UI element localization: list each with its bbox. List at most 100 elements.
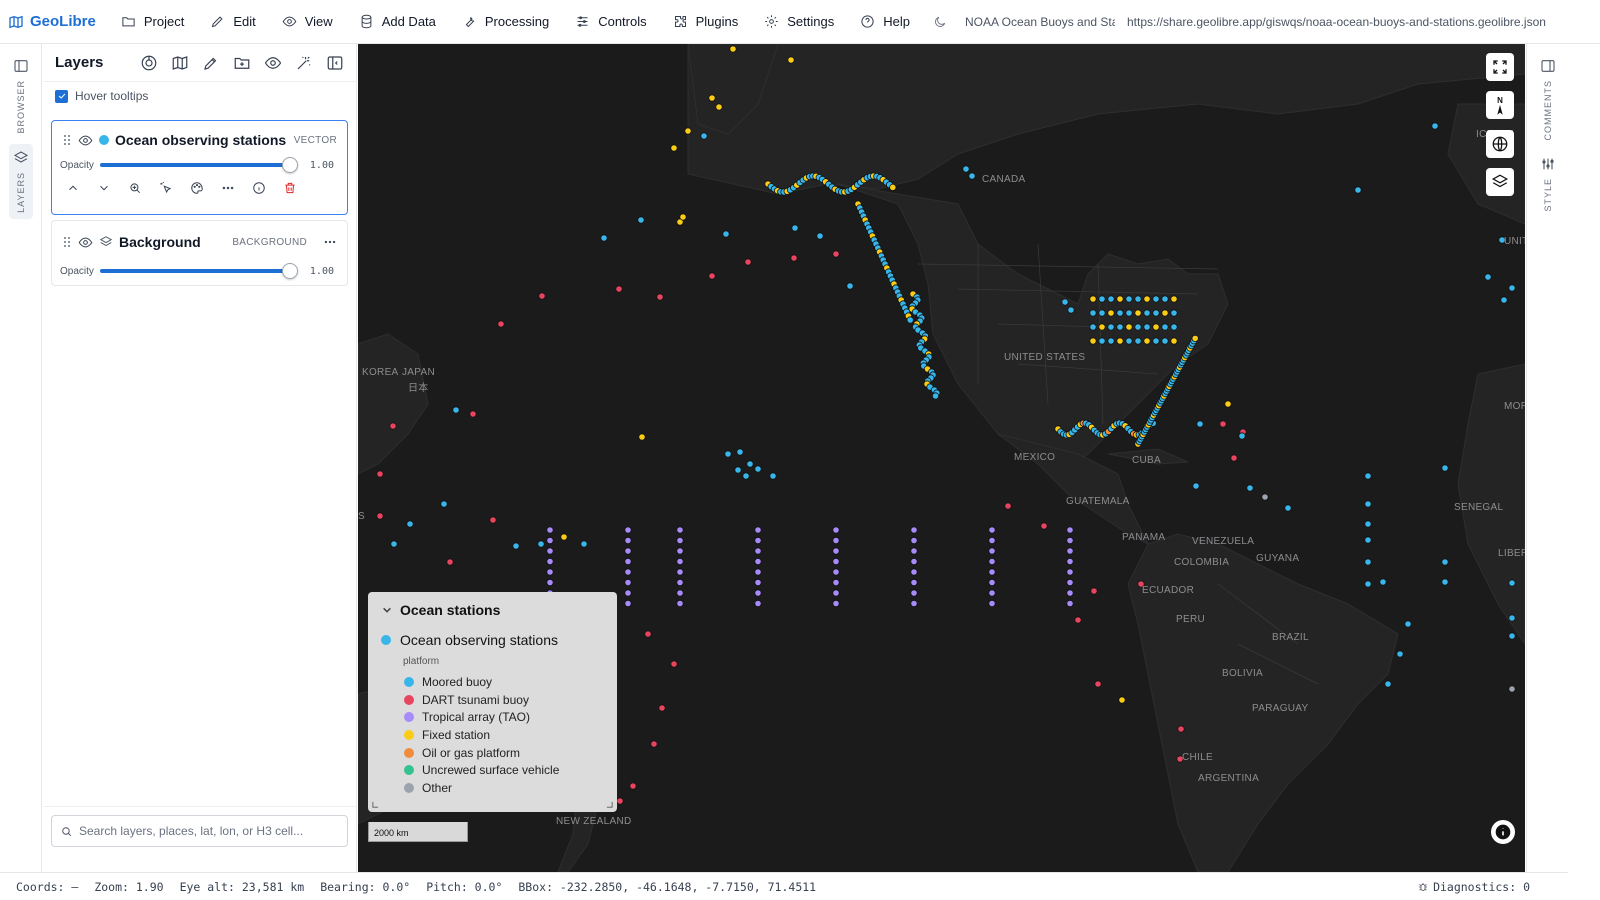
station-point[interactable] [1066,557,1074,566]
station-point[interactable] [1396,650,1404,658]
station-point[interactable] [754,536,762,545]
station-point[interactable] [1354,186,1362,194]
station-point[interactable] [1066,526,1074,534]
station-point[interactable] [1379,578,1387,586]
delete-layer-button[interactable] [283,181,297,195]
station-point[interactable] [629,782,637,790]
station-point[interactable] [1066,547,1074,555]
station-point[interactable] [1061,298,1069,306]
hover-tooltips-row[interactable]: Hover tooltips [43,82,356,110]
station-point[interactable] [1152,309,1160,317]
map-canvas[interactable]: CANADA UNITED STATES MEXICO CUBA GUATEMA… [358,44,1525,872]
station-point[interactable] [1238,432,1246,440]
station-point[interactable] [906,316,914,324]
layer-search[interactable]: Search layers, places, lat, lon, or H3 c… [51,815,348,847]
station-point[interactable] [1143,309,1151,317]
menu-controls[interactable]: Controls [562,0,659,43]
globe-button[interactable] [1486,130,1514,158]
station-point[interactable] [537,540,545,548]
station-point[interactable] [615,285,623,293]
station-point[interactable] [1177,725,1185,733]
station-point[interactable] [1170,337,1178,345]
station-point[interactable] [988,568,996,576]
drag-handle-icon[interactable] [62,134,72,146]
station-point[interactable] [546,526,554,534]
station-point[interactable] [846,282,854,290]
station-point[interactable] [1098,295,1106,303]
share-url[interactable]: https://share.geolibre.app/giswqs/noaa-o… [1115,15,1546,29]
station-point[interactable] [1134,337,1142,345]
station-point[interactable] [624,536,632,545]
station-point[interactable] [1040,522,1048,530]
station-point[interactable] [1134,295,1142,303]
station-point[interactable] [787,56,795,64]
station-point[interactable] [624,526,632,534]
legend-header[interactable]: Ocean stations [368,592,617,622]
project-title[interactable]: NOAA Ocean Buoys and Stations [957,15,1115,29]
folder-plus-icon[interactable] [233,54,251,72]
station-point[interactable] [734,466,742,474]
layer-more-button[interactable] [323,235,337,249]
rail-browser[interactable]: BROWSER [9,58,33,134]
station-point[interactable] [650,740,658,748]
station-point[interactable] [1170,309,1178,317]
station-point[interactable] [1143,337,1151,345]
station-point[interactable] [832,557,840,566]
layer-visibility-toggle[interactable] [78,235,93,250]
station-point[interactable] [1125,309,1133,317]
station-point[interactable] [1484,273,1492,281]
station-point[interactable] [624,547,632,555]
menu-settings[interactable]: Settings [751,0,847,43]
move-down-button[interactable] [97,181,111,195]
station-point[interactable] [489,516,497,524]
layer-visibility-toggle[interactable] [78,133,93,148]
station-point[interactable] [910,547,918,555]
station-point[interactable] [754,557,762,566]
station-point[interactable] [1067,306,1075,314]
opacity-slider[interactable] [99,157,298,173]
eye-icon[interactable] [264,54,282,72]
menu-view[interactable]: View [269,0,346,43]
station-point[interactable] [910,589,918,597]
rail-comments[interactable]: COMMENTS [1536,58,1560,141]
station-point[interactable] [624,578,632,587]
station-point[interactable] [676,536,684,545]
station-point[interactable] [580,540,588,548]
station-point[interactable] [637,216,645,224]
station-point[interactable] [1143,323,1151,331]
station-point[interactable] [832,599,840,608]
station-point[interactable] [1261,493,1269,501]
station-point[interactable] [1508,614,1516,622]
station-point[interactable] [390,540,398,548]
station-point[interactable] [624,557,632,566]
station-point[interactable] [715,103,723,111]
station-point[interactable] [816,232,824,240]
station-point[interactable] [1089,337,1097,345]
move-up-button[interactable] [66,181,80,195]
station-point[interactable] [769,472,777,480]
station-point[interactable] [624,599,632,608]
station-point[interactable] [1508,579,1516,587]
station-point[interactable] [1364,536,1372,544]
station-point[interactable] [1098,309,1106,317]
station-point[interactable] [736,448,744,456]
station-point[interactable] [708,94,716,102]
station-point[interactable] [1089,309,1097,317]
station-point[interactable] [1116,309,1124,317]
station-point[interactable] [1364,580,1372,588]
hover-tooltips-checkbox[interactable] [55,89,68,103]
station-point[interactable] [1125,295,1133,303]
station-point[interactable] [832,568,840,576]
station-point[interactable] [1125,337,1133,345]
rail-style[interactable]: STYLE [1536,156,1560,212]
station-point[interactable] [1107,295,1115,303]
station-point[interactable] [1404,620,1412,628]
station-point[interactable] [1152,323,1160,331]
station-point[interactable] [1364,500,1372,508]
station-point[interactable] [1170,295,1178,303]
station-point[interactable] [910,568,918,576]
station-point[interactable] [1508,685,1516,693]
station-point[interactable] [684,127,692,135]
station-point[interactable] [1431,122,1439,130]
station-point[interactable] [1066,589,1074,597]
